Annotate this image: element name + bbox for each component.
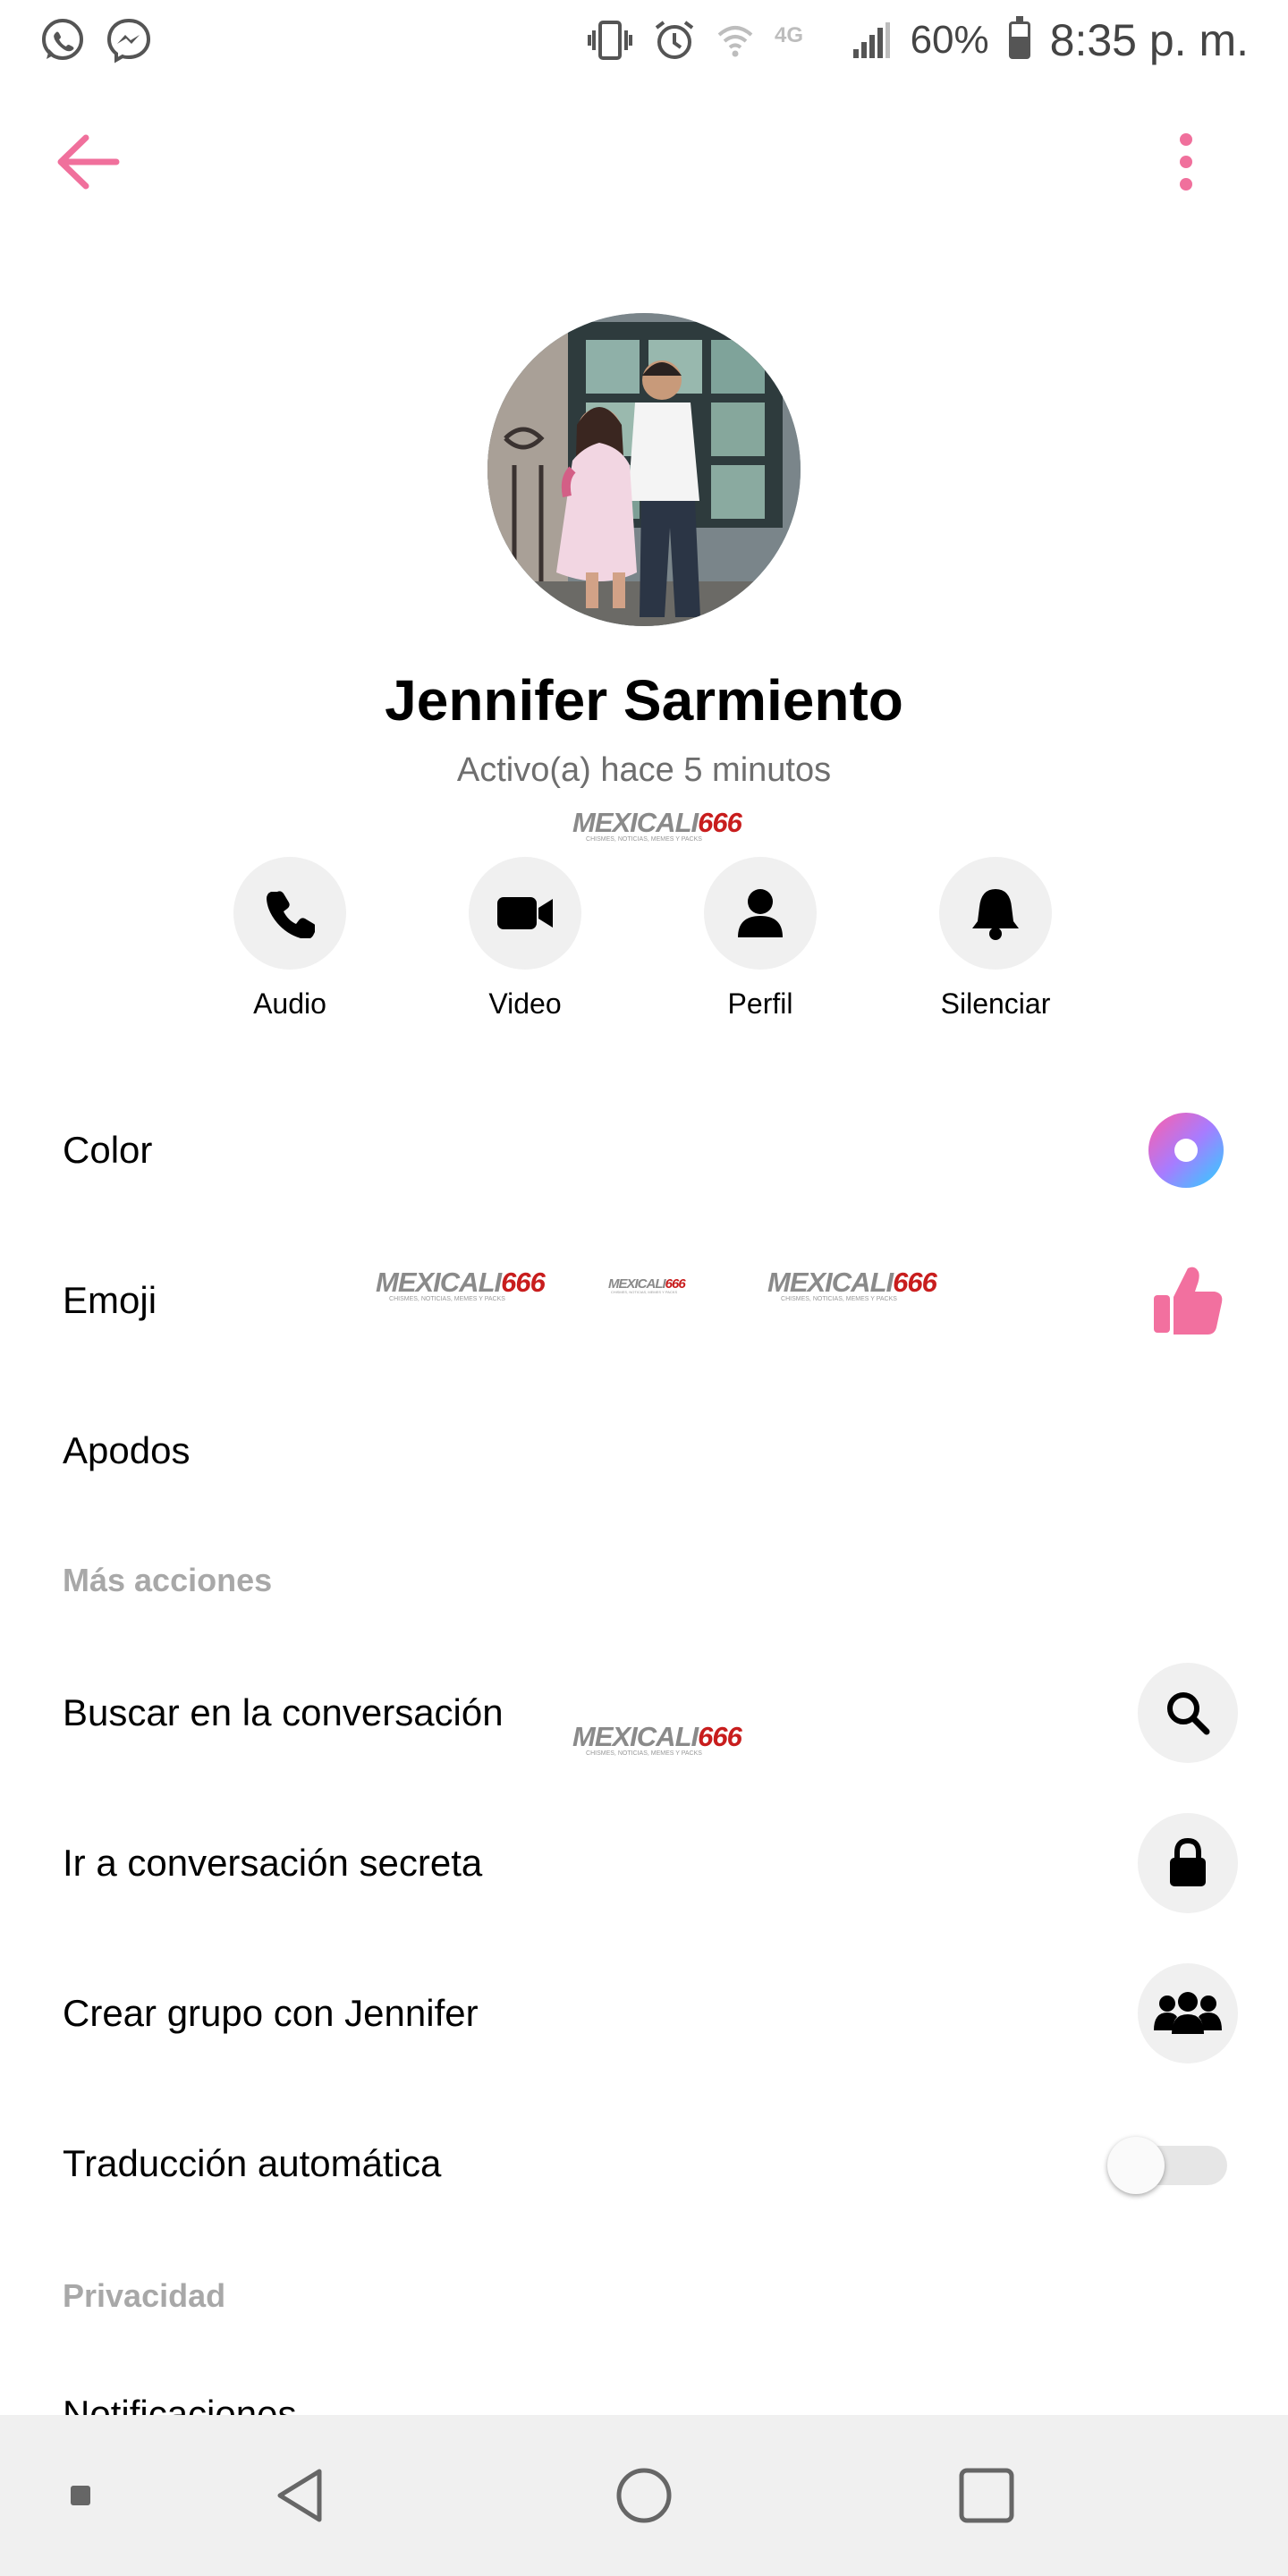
more-options-button[interactable] [1150,125,1222,199]
watermark-logo: MEXICALI666 CHISMES, NOTICIAS, MEMES Y P… [376,1267,546,1302]
nav-back-button[interactable] [259,2415,340,2576]
nav-recents-button[interactable] [946,2415,1027,2576]
nicknames-label: Apodos [63,1429,191,1471]
thumbs-up-icon [1154,1267,1223,1335]
network-4g-icon: 4G [775,22,832,58]
clock: 8:35 p. m. [1049,15,1249,65]
audio-call-label: Audio [253,987,326,1020]
auto-translate-row[interactable]: Traducción automática [0,2110,1288,2217]
bell-icon [972,889,1019,940]
watermark-brand: MEXICALI666 [572,1721,742,1752]
phone-icon [267,891,315,938]
whatsapp-icon [39,17,86,64]
watermark-tagline: CHISMES, NOTICIAS, MEMES Y PACKS [586,836,702,843]
auto-translate-label: Traducción automática [63,2142,442,2184]
secret-conversation-row[interactable]: Ir a conversación secreta [0,1809,1288,1917]
messenger-icon [106,17,152,64]
status-bar: 4G 60% 8:35 p. m. [0,0,1288,80]
toggle-knob [1107,2137,1165,2194]
nav-home-button[interactable] [604,2415,684,2576]
status-left [39,17,152,64]
audio-call-button[interactable]: Audio [200,857,379,1021]
more-vertical-icon [1180,133,1192,191]
color-row[interactable]: Color [0,1097,1288,1204]
profile-button[interactable]: Perfil [671,857,850,1021]
watermark-logo: MEXICALI666 CHISMES, NOTICIAS, MEMES Y P… [767,1267,937,1302]
audio-call-circle [233,857,346,970]
group-icon [1154,1992,1222,2034]
watermark-tagline: CHISMES, NOTICIAS, MEMES Y PACKS [389,1296,505,1302]
watermark-brand: MEXICALI666 [376,1267,546,1298]
active-status: Activo(a) hace 5 minutos [456,751,832,789]
square-recents-icon [959,2468,1014,2523]
mute-circle [939,857,1052,970]
nav-indicator [54,2415,107,2576]
more-actions-header: Más acciones [63,1562,273,1598]
create-group-label: Crear grupo con Jennifer [63,1992,479,2034]
profile-label: Perfil [727,987,793,1020]
lock-icon [1170,1838,1206,1886]
watermark-brand: MEXICALI666 [572,807,742,838]
watermark-tagline: CHISMES, NOTICIAS, MEMES Y PACKS [781,1296,897,1302]
back-button[interactable] [45,125,131,199]
search-icon-circle [1138,1663,1238,1763]
swatch-dot [1174,1139,1198,1162]
create-group-row[interactable]: Crear grupo con Jennifer [0,1960,1288,2067]
watermark-tagline: CHISMES, NOTICIAS, MEMES Y PACKS [586,1750,702,1757]
color-label: Color [63,1129,153,1171]
emoji-label: Emoji [63,1279,157,1321]
video-call-circle [469,857,581,970]
watermark-tagline: CHISMES, NOTICIAS, MEMES Y PACKS [610,1290,678,1294]
person-icon [738,889,783,937]
video-call-button[interactable]: Video [436,857,614,1021]
conversation-details-screen: 4G 60% 8:35 p. m. Jennifer Sarmiento Act… [0,0,1288,2576]
watermark-brand: MEXICALI666 [767,1267,937,1298]
mute-label: Silenciar [940,987,1051,1020]
android-nav-bar [0,2415,1288,2576]
search-conversation-label: Buscar en la conversación [63,1691,504,1733]
battery-fill [1011,37,1028,56]
battery-percent: 60% [910,18,989,62]
watermark-brand: MEXICALI666 [608,1276,686,1292]
network-4g-label: 4G [775,23,803,47]
profile-name: Jennifer Sarmiento [385,668,903,733]
vibrate-icon [587,20,633,61]
watermark-logo: MEXICALI666 CHISMES, NOTICIAS, MEMES Y P… [572,1721,742,1757]
circle-home-icon [616,2468,672,2523]
watermark-logo: MEXICALI666 CHISMES, NOTICIAS, MEMES Y P… [572,807,742,843]
arrow-left-icon [57,134,120,190]
profile-circle [704,857,817,970]
search-icon [1167,1692,1210,1735]
auto-translate-toggle[interactable] [1107,2137,1227,2194]
triangle-back-icon [277,2469,322,2522]
video-call-label: Video [488,987,562,1020]
avatar[interactable] [487,313,801,626]
alarm-icon [653,19,696,62]
privacy-header: Privacidad [63,2277,226,2314]
battery-icon [1008,16,1030,59]
quick-actions: Audio Video Perfil Silenciar [0,857,1288,1036]
nicknames-row[interactable]: Apodos [0,1397,1288,1504]
profile-photo-image [487,313,801,626]
mute-button[interactable]: Silenciar [906,857,1085,1021]
square-dot-icon [71,2486,90,2505]
group-icon-circle [1138,1963,1238,2063]
lock-icon-circle [1138,1813,1238,1913]
wifi-icon [716,21,755,60]
theme-color-swatch [1148,1113,1224,1188]
watermark-logo: MEXICALI666 CHISMES, NOTICIAS, MEMES Y P… [608,1276,686,1294]
status-right: 4G 60% 8:35 p. m. [587,14,1249,66]
signal-icon [852,21,891,60]
emoji-row[interactable]: Emoji [0,1247,1288,1354]
secret-conversation-label: Ir a conversación secreta [63,1842,483,1884]
video-camera-icon [497,897,553,929]
